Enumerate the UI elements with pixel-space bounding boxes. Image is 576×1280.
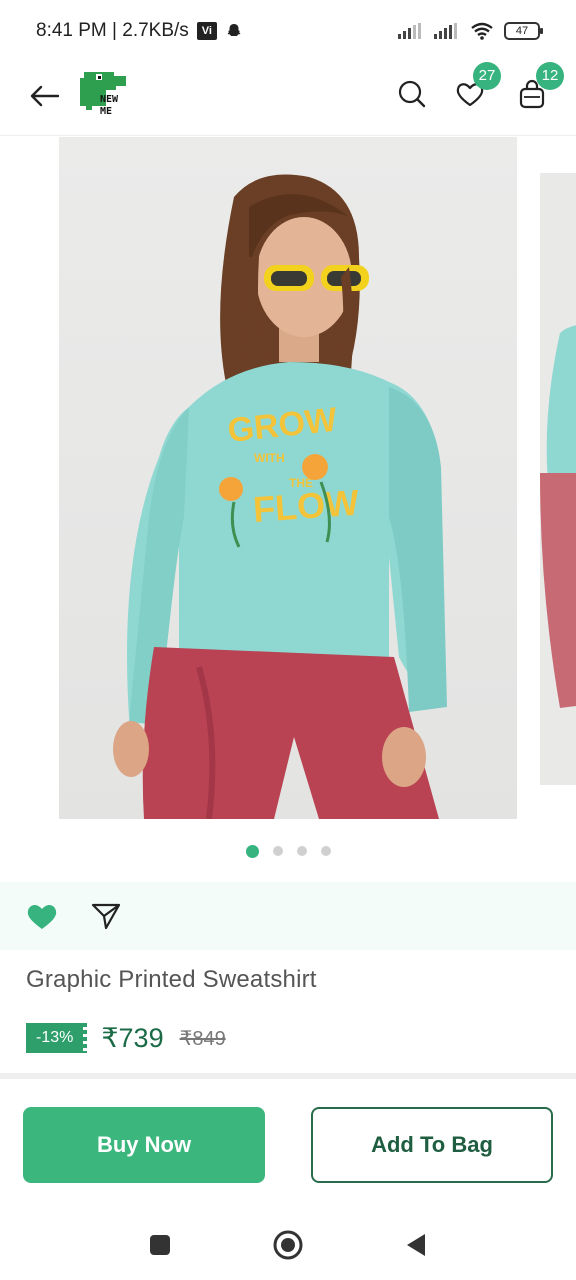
search-icon: [398, 80, 426, 108]
section-divider: [0, 1073, 576, 1079]
app-header: NEW ME 27 12: [0, 62, 576, 136]
carousel-dot-3[interactable]: [296, 846, 307, 856]
wifi-icon: [471, 22, 493, 40]
carousel-dot-1[interactable]: [245, 844, 259, 858]
square-recents-icon: [150, 1235, 170, 1255]
discount-badge: -13%: [26, 1023, 88, 1053]
back-arrow-icon: [30, 85, 60, 107]
carousel-dot-2[interactable]: [272, 846, 283, 856]
wishlist-count-badge: 27: [473, 62, 501, 90]
bag-count-badge: 12: [536, 62, 564, 90]
add-to-bag-button[interactable]: Add To Bag: [311, 1107, 553, 1183]
triangle-back-icon: [407, 1234, 425, 1256]
product-image-carousel[interactable]: GROW WITH THE FLOW: [0, 137, 576, 827]
status-bar: 8:41 PM | 2.7KB/s Vi 47: [0, 0, 576, 62]
svg-text:WITH: WITH: [254, 451, 285, 465]
sale-price: ₹739: [101, 1022, 164, 1053]
status-left: 8:41 PM | 2.7KB/s Vi: [36, 20, 243, 42]
back-nav-button[interactable]: [398, 1227, 434, 1263]
carrier-badge-icon: Vi: [196, 22, 217, 40]
buy-now-button[interactable]: Buy Now: [23, 1107, 265, 1183]
recents-button[interactable]: [142, 1227, 178, 1263]
system-nav-bar: [0, 1210, 576, 1280]
carousel-dot-4[interactable]: [320, 846, 331, 856]
snapchat-icon: [227, 24, 241, 36]
svg-text:FLOW: FLOW: [252, 482, 361, 530]
back-button[interactable]: [24, 76, 64, 116]
filled-heart-icon: [27, 904, 57, 929]
status-time: 8:41 PM | 2.7KB/s: [36, 20, 189, 41]
product-image[interactable]: GROW WITH THE FLOW: [59, 137, 517, 819]
logo-line-1: NEW: [100, 94, 119, 105]
price-row: -13% ₹739 ₹849: [26, 1020, 226, 1056]
carousel-pagination: [0, 843, 576, 859]
battery-icon: 47: [504, 22, 543, 40]
share-button[interactable]: [88, 898, 124, 934]
model-photo-peek: [540, 173, 576, 785]
next-product-image-peek[interactable]: [540, 173, 576, 785]
product-title: Graphic Printed Sweatshirt: [26, 966, 317, 993]
original-price: ₹849: [179, 1027, 226, 1050]
send-share-icon: [91, 903, 121, 930]
product-action-strip: [0, 882, 576, 950]
search-button[interactable]: [392, 74, 432, 114]
model-photo-illustration: GROW WITH THE FLOW: [113, 174, 447, 819]
add-to-wishlist-button[interactable]: [24, 898, 60, 934]
logo-wordmark: NEW ME: [100, 94, 118, 118]
circle-home-icon: [273, 1230, 303, 1260]
signal-icon-2: [434, 23, 457, 39]
signal-icon: [398, 23, 421, 39]
status-right: 47: [398, 22, 543, 40]
home-button[interactable]: [270, 1227, 306, 1263]
logo-line-2: ME: [100, 106, 113, 117]
